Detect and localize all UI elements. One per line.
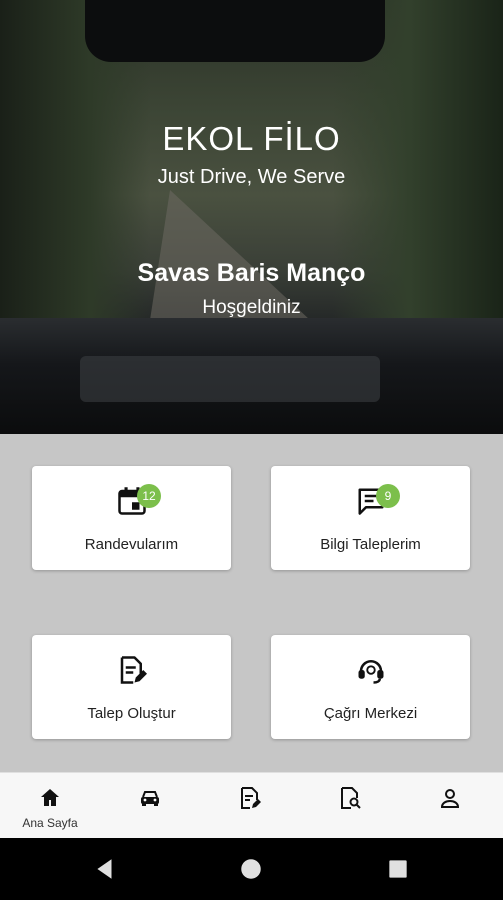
info-requests-card[interactable]: 9 Bilgi Taleplerim xyxy=(271,466,470,570)
user-icon xyxy=(440,789,460,808)
edit-document-icon xyxy=(120,656,147,684)
nav-home-label: Ana Sayfa xyxy=(22,816,78,830)
brand-subtitle: Just Drive, We Serve xyxy=(157,166,346,188)
bottom-navigation: Ana Sayfa xyxy=(0,772,503,839)
hero-rearview-mirror xyxy=(85,0,385,62)
user-name: Savas Baris Manço xyxy=(137,259,366,287)
dashboard-content: 12 Randevularım 9 Bilgi Taleplerim Talep… xyxy=(0,434,503,772)
nav-search-documents[interactable] xyxy=(300,773,400,839)
car-icon xyxy=(141,791,159,806)
appointments-badge: 12 xyxy=(137,484,161,508)
back-icon[interactable] xyxy=(92,856,118,882)
document-edit-icon xyxy=(241,787,261,809)
info-requests-badge: 9 xyxy=(376,484,400,508)
appointments-card[interactable]: 12 Randevularım xyxy=(32,466,231,570)
headset-icon xyxy=(358,660,384,684)
nav-home[interactable]: Ana Sayfa xyxy=(0,773,100,839)
create-request-card[interactable]: Talep Oluştur xyxy=(32,635,231,739)
nav-profile[interactable] xyxy=(400,773,500,839)
nav-vehicles[interactable] xyxy=(100,773,200,839)
app-screen: EKOL FİLO Just Drive, We Serve Savas Bar… xyxy=(0,0,503,900)
appointments-label: Randevularım xyxy=(84,536,179,553)
recents-icon[interactable] xyxy=(385,856,411,882)
system-navigation-bar xyxy=(0,838,503,900)
nav-requests[interactable] xyxy=(200,773,300,839)
info-requests-label: Bilgi Taleplerim xyxy=(320,536,421,553)
call-center-label: Çağrı Merkezi xyxy=(323,705,418,722)
create-request-label: Talep Oluştur xyxy=(87,705,176,722)
welcome-text: Hoşgeldiniz xyxy=(202,297,301,318)
home-icon xyxy=(41,789,59,806)
hero-dashboard-panel xyxy=(80,356,380,402)
document-search-icon xyxy=(341,787,361,809)
hero-banner: EKOL FİLO Just Drive, We Serve Savas Bar… xyxy=(0,0,503,434)
call-center-card[interactable]: Çağrı Merkezi xyxy=(271,635,470,739)
brand-title: EKOL FİLO xyxy=(162,120,341,157)
home-circle-icon[interactable] xyxy=(238,856,264,882)
